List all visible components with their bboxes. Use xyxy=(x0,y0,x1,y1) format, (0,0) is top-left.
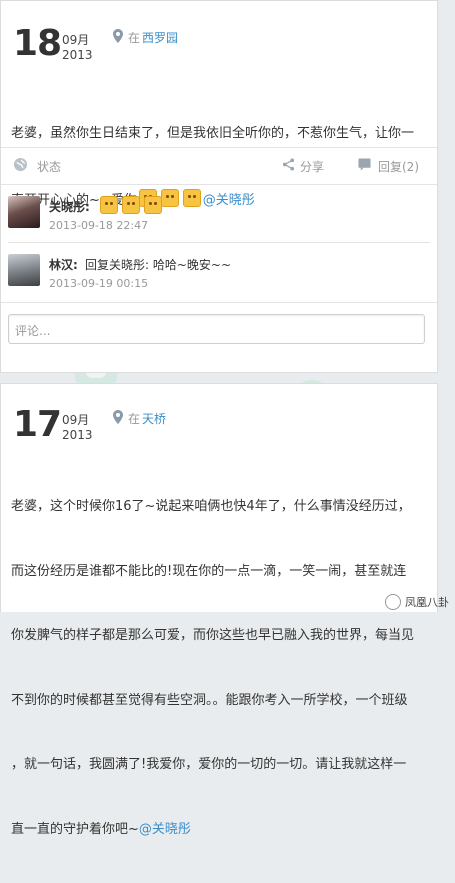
post-text-fragment: 直一直的守护着你吧~ xyxy=(11,821,139,837)
post-text-line: ，就一句话，我圆满了!我爱你，爱你的一切的一切。请让我就这样一 xyxy=(11,757,407,772)
comment-author[interactable]: 关晓彤: xyxy=(49,198,90,215)
post-text-line: 不到你的时候都甚至觉得有些空洞。。能跟你考入一所学校，一个班级 xyxy=(11,692,408,708)
comment-author[interactable]: 林汉: xyxy=(49,256,78,273)
post-month: 09月 xyxy=(62,413,90,427)
post-day: 17 xyxy=(13,404,62,445)
emoji-icon xyxy=(182,189,201,207)
comment-emojis xyxy=(98,196,164,215)
share-button[interactable]: 分享 xyxy=(300,158,324,175)
post-body: 老婆，这个时候你16了~说起来咱俩也快4年了，什么事情没经历过， 而这份经历是谁… xyxy=(11,453,431,883)
weibo-logo-icon xyxy=(385,594,401,610)
source-watermark: 凤凰八卦 xyxy=(385,594,449,610)
emoji-icon xyxy=(100,196,118,214)
emoji-icon xyxy=(122,196,140,214)
post-card: 17 09月 2013 在 天桥 老婆，这个时候你16了~说起来咱俩也快4年了，… xyxy=(0,383,438,837)
post-text-line: 老婆，这个时候你16了~说起来咱俩也快4年了，什么事情没经历过， xyxy=(11,499,411,514)
post-day: 18 xyxy=(13,23,62,64)
post-text-line: 而这份经历是谁都不能比的!现在你的一点一滴，一笑一闹，甚至就连 xyxy=(11,563,407,579)
globe-icon xyxy=(13,157,28,172)
share-icon[interactable] xyxy=(282,158,295,171)
location-prefix: 在 xyxy=(128,412,141,426)
location-link[interactable]: 西罗园 xyxy=(142,29,178,46)
post-year: 2013 xyxy=(62,428,93,442)
comment-time: 2013-09-18 22:47 xyxy=(49,219,149,232)
post-text-line: 老婆，虽然你生日结束了，但是我依旧全听你的，不惹你生气，让你一 xyxy=(11,126,415,141)
location-link[interactable]: 天桥 xyxy=(142,410,166,427)
post-year: 2013 xyxy=(62,48,93,62)
mention-link[interactable]: @关晓彤 xyxy=(139,822,191,837)
post-card: 18 09月 2013 在 西罗园 老婆，虽然你生日结束了，但是我依旧全听你的，… xyxy=(0,0,438,373)
divider xyxy=(1,184,437,185)
reply-icon[interactable] xyxy=(358,158,371,171)
comment-time: 2013-09-19 00:15 xyxy=(49,277,149,290)
location-prefix: 在 xyxy=(128,31,141,45)
comment-input[interactable]: 评论... xyxy=(8,314,425,344)
post-text-line: 直一直的守护着你吧~@关晓彤 xyxy=(11,819,431,841)
divider xyxy=(1,302,437,303)
location-pin-icon xyxy=(113,29,123,43)
comment-text: 回复关晓彤: 哈哈~晚安~~ xyxy=(85,258,232,272)
avatar[interactable] xyxy=(8,196,40,228)
post-text-line: 你发脾气的样子都是那么可爱，而你这些也早已融入我的世界，每当见 xyxy=(11,628,415,643)
divider xyxy=(1,147,437,148)
reply-button[interactable]: 回复(2) xyxy=(378,158,419,175)
mention-link[interactable]: @关晓彤 xyxy=(203,193,255,208)
post-month: 09月 xyxy=(62,33,90,47)
watermark-text: 凤凰八卦 xyxy=(405,596,449,609)
status-label[interactable]: 状态 xyxy=(37,158,61,175)
location-pin-icon xyxy=(113,410,123,424)
emoji-icon xyxy=(144,196,162,214)
avatar[interactable] xyxy=(8,254,40,286)
divider xyxy=(8,242,430,243)
